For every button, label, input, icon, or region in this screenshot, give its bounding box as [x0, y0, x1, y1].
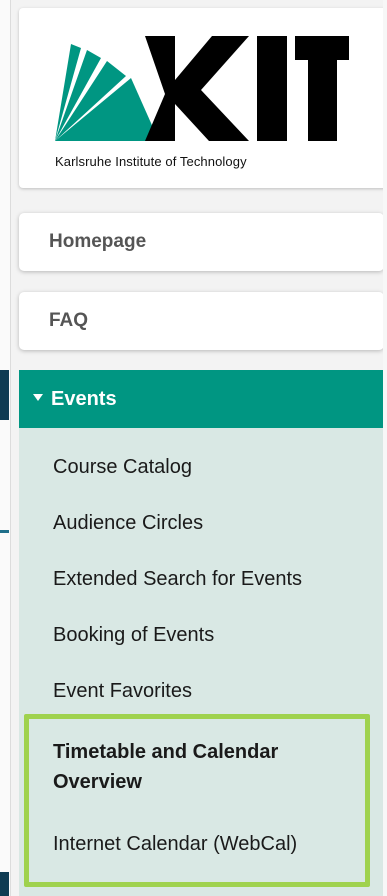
submenu-item-internet-calendar[interactable]: Internet Calendar (WebCal)	[53, 833, 297, 856]
logo-card[interactable]: Karlsruhe Institute of Technology	[19, 8, 387, 188]
submenu-item-audience-circles[interactable]: Audience Circles	[53, 512, 203, 535]
kit-logo	[55, 36, 349, 141]
events-submenu: Course Catalog Audience Circles Extended…	[19, 428, 384, 896]
kit-logo-letters	[145, 36, 349, 141]
submenu-item-extended-search[interactable]: Extended Search for Events	[53, 568, 302, 591]
nav-events-label: Events	[51, 387, 117, 410]
submenu-item-event-favorites[interactable]: Event Favorites	[53, 680, 192, 703]
kit-logo-fan-icon	[55, 44, 159, 141]
logo-caption: Karlsruhe Institute of Technology	[55, 154, 247, 169]
submenu-item-course-catalog[interactable]: Course Catalog	[53, 456, 192, 479]
nav-homepage-label: Homepage	[49, 231, 147, 252]
nav-homepage[interactable]: Homepage	[19, 213, 384, 271]
page: Karlsruhe Institute of Technology Homepa…	[0, 0, 387, 896]
background-edge	[0, 0, 10, 896]
submenu-item-timetable-calendar-overview[interactable]: Timetable and Calendar Overview	[53, 737, 353, 797]
submenu-item-booking-of-events[interactable]: Booking of Events	[53, 624, 214, 647]
nav-faq[interactable]: FAQ	[19, 292, 384, 350]
nav-faq-label: FAQ	[49, 310, 89, 331]
background-accent	[0, 530, 9, 533]
caret-down-icon	[33, 393, 43, 401]
background-edge	[383, 0, 387, 896]
sidebar: Karlsruhe Institute of Technology Homepa…	[10, 0, 387, 896]
background-accent	[0, 370, 9, 420]
background-accent	[0, 872, 9, 896]
nav-events-toggle[interactable]: Events	[19, 370, 384, 428]
